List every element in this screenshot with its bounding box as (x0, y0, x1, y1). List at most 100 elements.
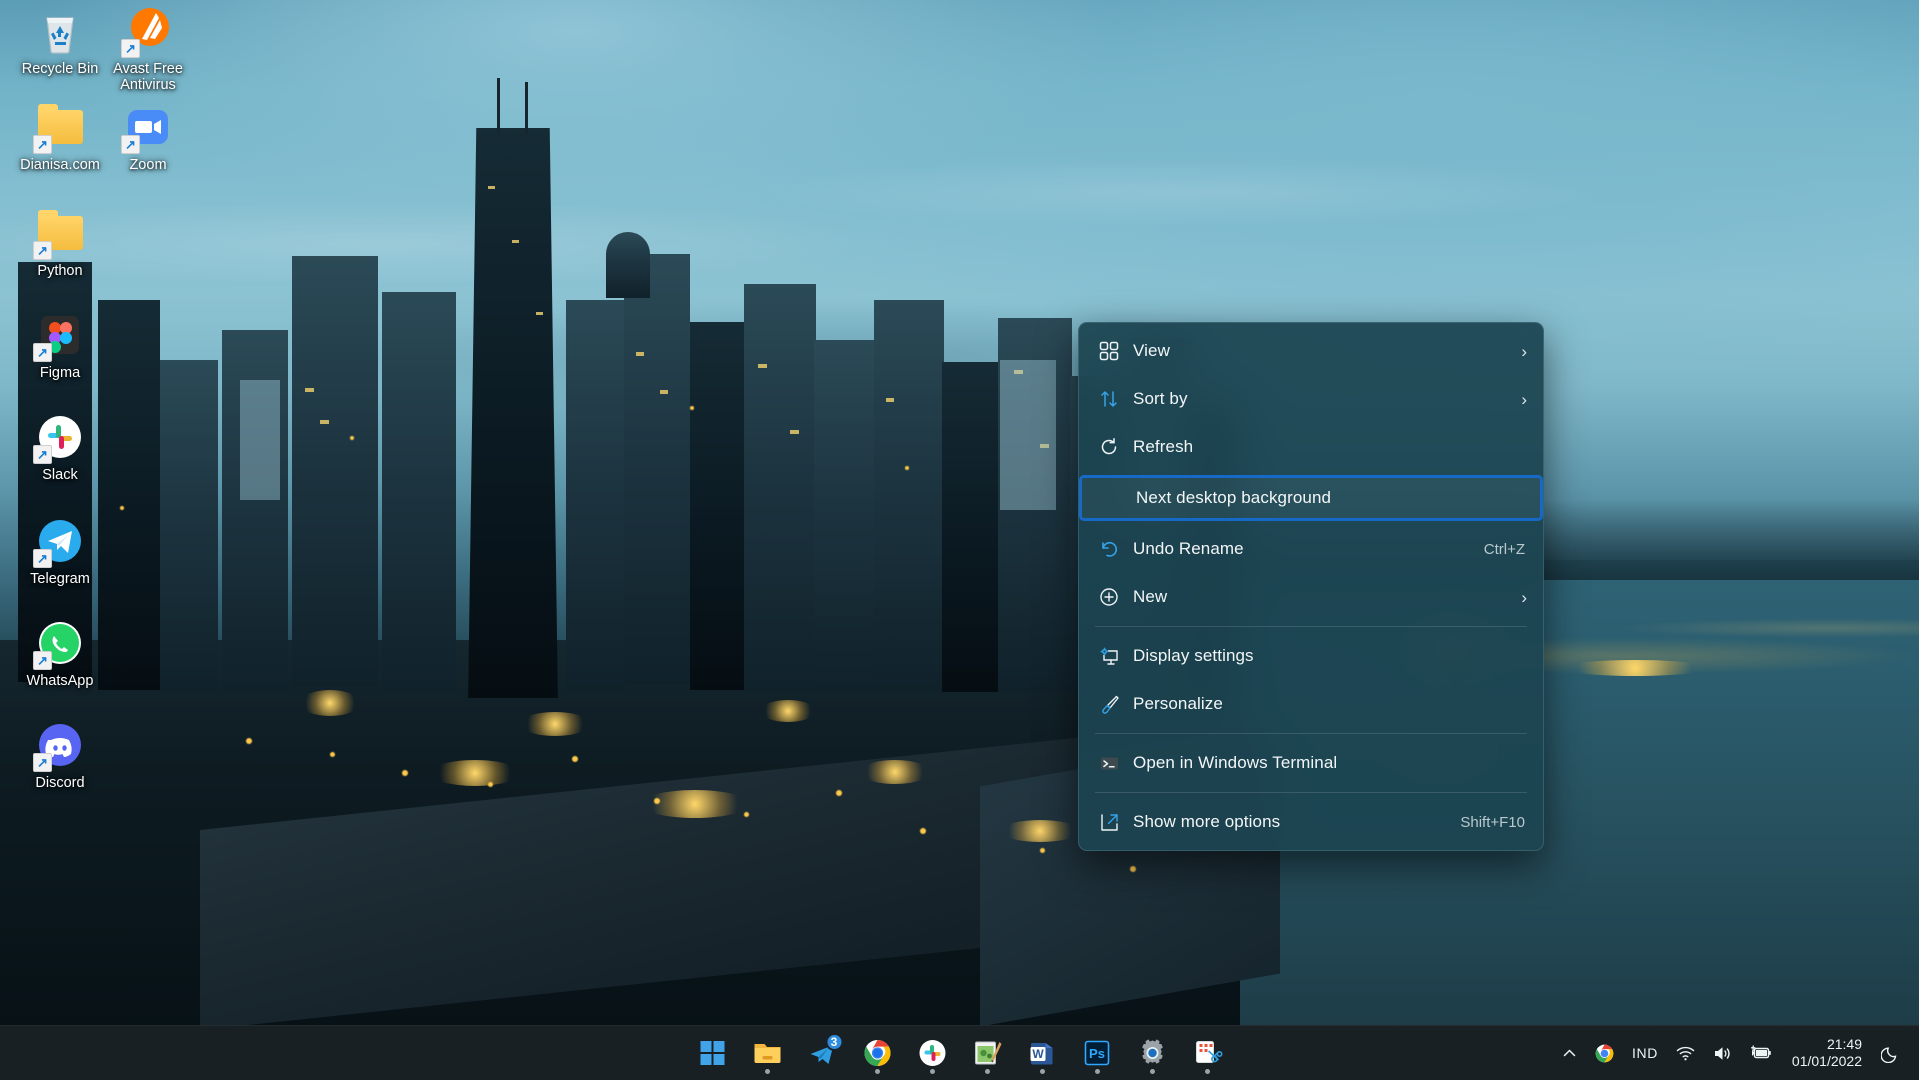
chevron-right-icon: › (1521, 343, 1527, 360)
chevron-right-icon: › (1521, 589, 1527, 606)
snipping-tool-icon (1192, 1039, 1222, 1067)
context-menu-item-label: New (1133, 587, 1521, 607)
desktop-icon-label: Slack (42, 467, 77, 483)
context-menu-item-next-desktop-background[interactable]: Next desktop background (1079, 475, 1543, 521)
taskbar-telegram-button[interactable]: 3 (800, 1031, 844, 1075)
context-menu-item-undo-rename[interactable]: Undo Rename Ctrl+Z (1079, 525, 1543, 573)
taskbar-slack-button[interactable] (910, 1031, 954, 1075)
show-more-icon (1099, 812, 1133, 833)
taskbar-running-indicator (765, 1069, 770, 1074)
context-menu-item-label: Show more options (1133, 812, 1460, 832)
svg-text:Ps: Ps (1089, 1046, 1105, 1061)
paint-icon (972, 1039, 1002, 1067)
taskbar-running-indicator (1205, 1069, 1210, 1074)
context-menu-item-label: Display settings (1133, 646, 1527, 666)
desktop-context-menu[interactable]: View › Sort by › Refresh Next desktop ba… (1078, 322, 1544, 851)
shortcut-arrow-icon: ↗ (121, 135, 140, 154)
desktop-icon-label: Dianisa.com (20, 157, 100, 173)
context-menu-item-label: View (1133, 341, 1521, 361)
tray-battery-button[interactable] (1742, 1038, 1782, 1068)
taskbar-clock[interactable]: 21:49 01/01/2022 (1782, 1032, 1872, 1074)
whatsapp-icon: ↗ (35, 618, 85, 668)
context-menu-item-label: Next desktop background (1136, 488, 1524, 508)
context-menu-item-show-more-options[interactable]: Show more options Shift+F10 (1079, 798, 1543, 846)
slack-icon (918, 1039, 946, 1067)
desktop-icon-figma[interactable]: ↗ Figma (4, 310, 116, 381)
windows-logo-icon (699, 1040, 725, 1066)
figma-icon: ↗ (35, 310, 85, 360)
moon-icon (1881, 1044, 1900, 1063)
context-menu-item-display-settings[interactable]: Display settings (1079, 632, 1543, 680)
desktop-icon-label: WhatsApp (27, 673, 94, 689)
desktop-wallpaper[interactable] (0, 0, 1919, 1080)
refresh-icon (1099, 437, 1133, 457)
chrome-icon (1595, 1044, 1614, 1063)
desktop-icon-label: Discord (35, 775, 84, 791)
shortcut-arrow-icon: ↗ (33, 651, 52, 670)
display-settings-icon (1099, 646, 1133, 667)
context-menu-item-refresh[interactable]: Refresh (1079, 423, 1543, 471)
desktop-icon-zoom[interactable]: ↗ Zoom (92, 102, 204, 173)
context-menu-item-sort-by[interactable]: Sort by › (1079, 375, 1543, 423)
shortcut-arrow-icon: ↗ (33, 135, 52, 154)
taskbar-app-buttons: 3 (690, 1031, 1229, 1075)
desktop-icon-telegram[interactable]: ↗ Telegram (4, 516, 116, 587)
desktop-icon-label: Telegram (30, 571, 90, 587)
terminal-icon (1099, 753, 1133, 774)
shortcut-arrow-icon: ↗ (33, 445, 52, 464)
word-icon: W (1029, 1039, 1055, 1067)
chevron-up-icon (1562, 1046, 1577, 1061)
shortcut-arrow-icon: ↗ (121, 39, 140, 58)
context-menu-item-new[interactable]: New › (1079, 573, 1543, 621)
desktop-icon-label: Recycle Bin (22, 61, 99, 77)
taskbar-word-button[interactable]: W (1020, 1031, 1064, 1075)
desktop-icon-discord[interactable]: ↗ Discord (4, 720, 116, 791)
taskbar-settings-button[interactable] (1130, 1031, 1174, 1075)
telegram-icon: ↗ (35, 516, 85, 566)
gear-icon (1138, 1039, 1166, 1067)
taskbar-snipping-tool-button[interactable] (1185, 1031, 1229, 1075)
wifi-icon (1676, 1045, 1695, 1062)
desktop-icon-label: Python (37, 263, 82, 279)
taskbar-running-indicator (1040, 1069, 1045, 1074)
shortcut-arrow-icon: ↗ (33, 241, 52, 260)
taskbar-paint-button[interactable] (965, 1031, 1009, 1075)
taskbar-photoshop-button[interactable]: Ps (1075, 1031, 1119, 1075)
desktop-icon-slack[interactable]: ↗ Slack (4, 412, 116, 483)
shortcut-arrow-icon: ↗ (33, 343, 52, 362)
context-menu-item-open-in-windows-terminal[interactable]: Open in Windows Terminal (1079, 739, 1543, 787)
tray-chrome-icon-button[interactable] (1586, 1037, 1623, 1070)
taskbar: 3 (0, 1025, 1919, 1080)
taskbar-start-button[interactable] (690, 1031, 734, 1075)
desktop-icon-whatsapp[interactable]: ↗ WhatsApp (4, 618, 116, 689)
file-explorer-icon (752, 1039, 782, 1067)
context-menu-item-label: Open in Windows Terminal (1133, 753, 1527, 773)
folder-icon: ↗ (35, 208, 85, 258)
tray-volume-button[interactable] (1704, 1038, 1742, 1069)
taskbar-running-indicator (930, 1069, 935, 1074)
shortcut-arrow-icon: ↗ (33, 549, 52, 568)
taskbar-chrome-button[interactable] (855, 1031, 899, 1075)
speaker-icon (1713, 1045, 1733, 1062)
context-menu-item-label: Personalize (1133, 694, 1527, 714)
chevron-right-icon: › (1521, 391, 1527, 408)
context-menu-item-shortcut: Ctrl+Z (1484, 541, 1527, 558)
desktop-icon-label: Zoom (129, 157, 166, 173)
desktop-icon-avast[interactable]: ↗ Avast Free Antivirus (92, 6, 204, 93)
recycle-bin-icon (35, 6, 85, 56)
context-menu-item-label: Refresh (1133, 437, 1527, 457)
desktop-icon-python[interactable]: ↗ Python (4, 208, 116, 279)
plus-circle-icon (1099, 587, 1133, 607)
paintbrush-icon (1099, 694, 1133, 715)
context-menu-item-label: Sort by (1133, 389, 1521, 409)
taskbar-file-explorer-button[interactable] (745, 1031, 789, 1075)
tray-language-button[interactable]: IND (1623, 1038, 1667, 1068)
context-menu-item-view[interactable]: View › (1079, 327, 1543, 375)
notification-center-button[interactable] (1872, 1037, 1909, 1070)
context-menu-item-personalize[interactable]: Personalize (1079, 680, 1543, 728)
clock-date: 01/01/2022 (1792, 1053, 1862, 1070)
tray-network-button[interactable] (1667, 1038, 1704, 1069)
slack-icon: ↗ (35, 412, 85, 462)
menu-separator (1095, 733, 1527, 734)
tray-overflow-button[interactable] (1553, 1039, 1586, 1068)
